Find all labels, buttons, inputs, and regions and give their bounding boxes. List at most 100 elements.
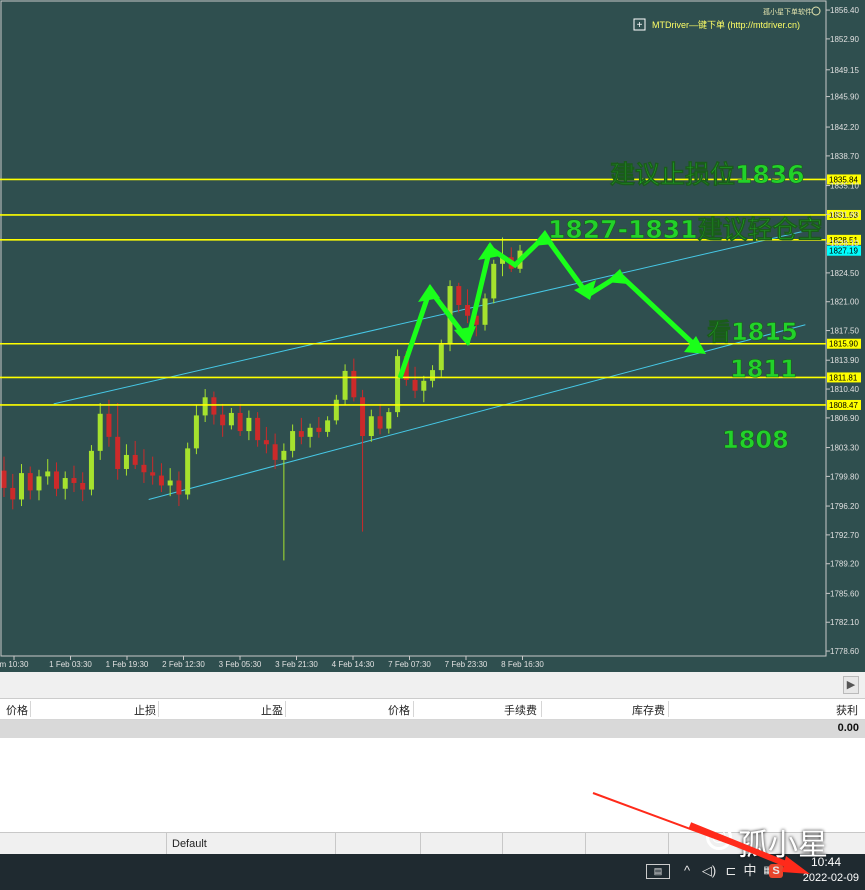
candle-body	[10, 487, 16, 500]
candle-body	[115, 436, 121, 469]
col-take-profit[interactable]: 止盈	[261, 702, 283, 718]
candle-body	[88, 450, 94, 490]
candle-body	[193, 415, 199, 449]
col-profit[interactable]: 获利	[836, 702, 858, 718]
x-tick-label: 8 Feb 16:30	[501, 660, 544, 669]
y-tick-label: 1828.10	[830, 239, 859, 248]
chevron-up-icon[interactable]: ^	[680, 862, 694, 880]
profile-label[interactable]: Default	[172, 838, 207, 850]
watermark-logo: @	[706, 824, 732, 850]
candle-body	[246, 417, 252, 432]
y-tick-label: 1824.50	[830, 269, 859, 278]
candle-body	[360, 397, 366, 437]
y-tick-label: 1792.70	[830, 531, 859, 540]
y-tick-label: 1778.60	[830, 647, 859, 656]
y-tick-label: 1785.60	[830, 589, 859, 598]
y-tick-label: 1842.20	[830, 123, 859, 132]
candle-body	[412, 379, 418, 391]
candle-body	[386, 412, 392, 429]
y-tick-label: 1856.40	[830, 6, 859, 15]
candle-body	[106, 413, 112, 437]
candle-body	[465, 305, 471, 316]
candle-body	[80, 482, 86, 490]
annotation-level-1811: 1811	[730, 355, 797, 383]
annotation-target-1815: 看1815	[707, 318, 798, 346]
plus-icon: +	[637, 20, 643, 31]
x-tick-label: 1 Feb 19:30	[106, 660, 149, 669]
ime-mode-indicator[interactable]: 中	[742, 862, 758, 880]
price-level-tag-label: 1811.81	[829, 373, 858, 382]
candle-body	[27, 473, 33, 491]
candle-body	[237, 412, 243, 432]
candle-body	[45, 471, 51, 477]
y-tick-label: 1789.20	[830, 560, 859, 569]
keyboard-icon[interactable]: ▤	[646, 864, 670, 879]
candle-body	[228, 412, 234, 426]
x-tick-label: 7 Feb 07:30	[388, 660, 431, 669]
candle-body	[176, 480, 182, 495]
candle-body	[150, 472, 156, 476]
price-chart[interactable]: 1835.841831.531828.511815.901811.811808.…	[0, 0, 865, 672]
candle-body	[132, 454, 138, 465]
y-tick-label: 1831.60	[830, 210, 859, 219]
candle-body	[491, 263, 497, 299]
clock-date[interactable]: 2022-02-09	[803, 872, 859, 884]
y-tick-label: 1838.70	[830, 152, 859, 161]
col-commission[interactable]: 手续费	[504, 702, 537, 718]
y-tick-label: 1821.00	[830, 298, 859, 307]
candle-body	[185, 448, 191, 495]
candle-body	[36, 476, 42, 491]
candle-body	[430, 370, 436, 381]
plugin-label: MTDriver—键下单 (http://mtdriver.cn)	[652, 19, 800, 30]
candle-body	[255, 417, 261, 441]
col-price[interactable]: 价格	[6, 702, 28, 718]
candle-body	[1, 470, 7, 488]
candle-body	[202, 397, 208, 416]
candle-body	[316, 427, 322, 432]
status-bar: Default	[0, 832, 865, 855]
candle-body	[62, 478, 68, 489]
total-profit: 0.00	[837, 722, 859, 734]
col-swap[interactable]: 库存费	[632, 702, 665, 718]
candle-body	[290, 431, 296, 451]
candle-body	[272, 444, 278, 460]
terminal-toolbar: ▶	[0, 672, 865, 699]
annotation-level-1808: 1808	[722, 426, 789, 454]
candle-body	[421, 380, 427, 391]
candle-body	[456, 286, 462, 306]
candle-body	[53, 471, 59, 489]
trade-terminal: ▶ 价格 止损 止盈 价格 手续费 库存费 获利 0.00	[0, 672, 865, 832]
y-tick-label: 1849.15	[830, 66, 859, 75]
y-tick-label: 1799.80	[830, 472, 859, 481]
candle-body	[263, 440, 269, 445]
candle-body	[333, 399, 339, 421]
y-tick-label: 1796.20	[830, 502, 859, 511]
candle-body	[368, 416, 374, 437]
sogou-icon[interactable]: S	[769, 864, 783, 878]
x-tick-label: 1 Feb 03:30	[49, 660, 92, 669]
x-tick-label: m 10:30	[0, 660, 29, 669]
candle-body	[281, 450, 287, 460]
col-stop-loss[interactable]: 止损	[134, 702, 156, 718]
y-tick-label: 1852.90	[830, 35, 859, 44]
candle-body	[438, 344, 444, 371]
candle-body	[18, 473, 24, 500]
y-tick-label: 1835.10	[830, 182, 859, 191]
network-icon[interactable]: ⊏	[723, 862, 739, 880]
balance-row: 0.00	[0, 720, 865, 738]
y-tick-label: 1810.40	[830, 385, 859, 394]
scroll-right-icon[interactable]: ▶	[843, 676, 859, 694]
y-tick-label: 1813.90	[830, 356, 859, 365]
y-tick-label: 1782.10	[830, 618, 859, 627]
brand-label: 孤小星下单软件	[763, 7, 812, 16]
candle-body	[220, 414, 226, 426]
col-price-current[interactable]: 价格	[388, 702, 410, 718]
candle-body	[123, 454, 129, 469]
x-tick-label: 3 Feb 05:30	[219, 660, 262, 669]
candle-body	[141, 464, 147, 473]
windows-taskbar: ▤ ^ ◁) ⊏ 中 ▦ S 10:44 2022-02-09	[0, 854, 865, 890]
candle-body	[298, 431, 304, 437]
speaker-icon[interactable]: ◁)	[700, 862, 718, 880]
annotation-stop-loss: 建议止损位1836	[610, 160, 805, 189]
candle-body	[71, 478, 77, 483]
